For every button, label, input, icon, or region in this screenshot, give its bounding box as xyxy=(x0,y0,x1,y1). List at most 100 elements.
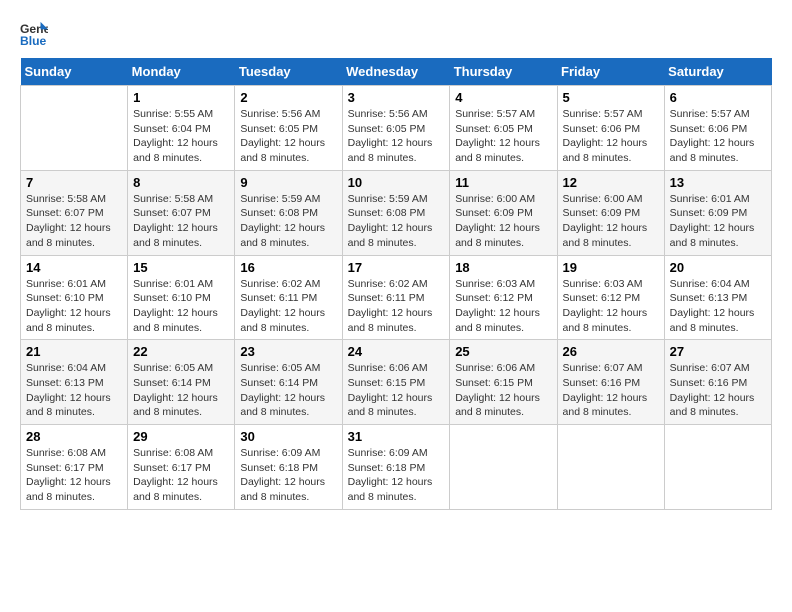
calendar-cell xyxy=(664,425,771,510)
calendar-cell: 19Sunrise: 6:03 AM Sunset: 6:12 PM Dayli… xyxy=(557,255,664,340)
day-info: Sunrise: 6:09 AM Sunset: 6:18 PM Dayligh… xyxy=(348,446,445,505)
day-number: 12 xyxy=(563,175,659,190)
day-info: Sunrise: 6:05 AM Sunset: 6:14 PM Dayligh… xyxy=(240,361,336,420)
day-number: 16 xyxy=(240,260,336,275)
day-number: 25 xyxy=(455,344,551,359)
day-number: 19 xyxy=(563,260,659,275)
header-sunday: Sunday xyxy=(21,58,128,86)
day-info: Sunrise: 6:04 AM Sunset: 6:13 PM Dayligh… xyxy=(670,277,766,336)
calendar-cell xyxy=(21,86,128,171)
calendar-cell: 17 Sunrise: 6:02 AM Sunset: 6:11 PM Dayli… xyxy=(342,255,450,340)
day-info: Sunrise: 6:09 AM Sunset: 6:18 PM Dayligh… xyxy=(240,446,336,505)
header-friday: Friday xyxy=(557,58,664,86)
calendar-cell: 15Sunrise: 6:01 AM Sunset: 6:10 PM Dayli… xyxy=(128,255,235,340)
logo-icon: Gene Blue xyxy=(20,20,48,48)
logo: Gene Blue xyxy=(20,20,52,48)
calendar-cell: 16Sunrise: 6:02 AM Sunset: 6:11 PM Dayli… xyxy=(235,255,342,340)
day-info: Sunrise: 5:57 AM Sunset: 6:05 PM Dayligh… xyxy=(455,107,551,166)
day-info: Sunrise: 6:01 AM Sunset: 6:09 PM Dayligh… xyxy=(670,192,766,251)
day-info: Sunrise: 6:07 AM Sunset: 6:16 PM Dayligh… xyxy=(670,361,766,420)
calendar-cell: 27 Sunrise: 6:07 AM Sunset: 6:16 PM Dayli… xyxy=(664,340,771,425)
calendar-cell: 26 Sunrise: 6:07 AM Sunset: 6:16 PM Dayli… xyxy=(557,340,664,425)
calendar-cell: 21Sunrise: 6:04 AM Sunset: 6:13 PM Dayli… xyxy=(21,340,128,425)
day-number: 27 xyxy=(670,344,766,359)
day-info: Sunrise: 6:03 AM Sunset: 6:12 PM Dayligh… xyxy=(455,277,551,336)
day-number: 31 xyxy=(348,429,445,444)
calendar-cell: 7 Sunrise: 5:58 AM Sunset: 6:07 PM Daylig… xyxy=(21,170,128,255)
day-number: 24 xyxy=(348,344,445,359)
day-info: Sunrise: 6:08 AM Sunset: 6:17 PM Dayligh… xyxy=(26,446,122,505)
day-number: 7 xyxy=(26,175,122,190)
day-info: Sunrise: 6:02 AM Sunset: 6:11 PM Dayligh… xyxy=(348,277,445,336)
calendar-cell: 11 Sunrise: 6:00 AM Sunset: 6:09 PM Dayli… xyxy=(450,170,557,255)
calendar-cell: 23 Sunrise: 6:05 AM Sunset: 6:14 PM Dayli… xyxy=(235,340,342,425)
day-number: 20 xyxy=(670,260,766,275)
day-number: 8 xyxy=(133,175,229,190)
calendar-cell: 5 Sunrise: 5:57 AM Sunset: 6:06 PM Daylig… xyxy=(557,86,664,171)
calendar-header-row: SundayMondayTuesdayWednesdayThursdayFrid… xyxy=(21,58,772,86)
day-info: Sunrise: 5:57 AM Sunset: 6:06 PM Dayligh… xyxy=(670,107,766,166)
calendar-cell: 30 Sunrise: 6:09 AM Sunset: 6:18 PM Dayli… xyxy=(235,425,342,510)
day-number: 17 xyxy=(348,260,445,275)
calendar-cell: 4 Sunrise: 5:57 AM Sunset: 6:05 PM Daylig… xyxy=(450,86,557,171)
calendar-cell: 8 Sunrise: 5:58 AM Sunset: 6:07 PM Daylig… xyxy=(128,170,235,255)
header-saturday: Saturday xyxy=(664,58,771,86)
calendar-cell: 25 Sunrise: 6:06 AM Sunset: 6:15 PM Dayli… xyxy=(450,340,557,425)
day-info: Sunrise: 5:59 AM Sunset: 6:08 PM Dayligh… xyxy=(240,192,336,251)
day-info: Sunrise: 6:04 AM Sunset: 6:13 PM Dayligh… xyxy=(26,361,122,420)
day-number: 29 xyxy=(133,429,229,444)
day-info: Sunrise: 5:56 AM Sunset: 6:05 PM Dayligh… xyxy=(348,107,445,166)
calendar-cell: 28 Sunrise: 6:08 AM Sunset: 6:17 PM Dayli… xyxy=(21,425,128,510)
day-number: 9 xyxy=(240,175,336,190)
day-info: Sunrise: 5:58 AM Sunset: 6:07 PM Dayligh… xyxy=(26,192,122,251)
calendar-cell: 2 Sunrise: 5:56 AM Sunset: 6:05 PM Daylig… xyxy=(235,86,342,171)
svg-text:Blue: Blue xyxy=(20,34,47,48)
day-info: Sunrise: 5:59 AM Sunset: 6:08 PM Dayligh… xyxy=(348,192,445,251)
calendar-cell xyxy=(450,425,557,510)
day-info: Sunrise: 6:05 AM Sunset: 6:14 PM Dayligh… xyxy=(133,361,229,420)
day-number: 28 xyxy=(26,429,122,444)
day-info: Sunrise: 6:06 AM Sunset: 6:15 PM Dayligh… xyxy=(455,361,551,420)
calendar-cell xyxy=(557,425,664,510)
calendar-cell: 3 Sunrise: 5:56 AM Sunset: 6:05 PM Daylig… xyxy=(342,86,450,171)
calendar-cell: 6 Sunrise: 5:57 AM Sunset: 6:06 PM Daylig… xyxy=(664,86,771,171)
day-number: 5 xyxy=(563,90,659,105)
day-number: 22 xyxy=(133,344,229,359)
day-info: Sunrise: 5:58 AM Sunset: 6:07 PM Dayligh… xyxy=(133,192,229,251)
header-thursday: Thursday xyxy=(450,58,557,86)
calendar-cell: 13 Sunrise: 6:01 AM Sunset: 6:09 PM Dayli… xyxy=(664,170,771,255)
day-number: 2 xyxy=(240,90,336,105)
calendar-cell: 14 Sunrise: 6:01 AM Sunset: 6:10 PM Dayli… xyxy=(21,255,128,340)
day-number: 23 xyxy=(240,344,336,359)
day-info: Sunrise: 6:06 AM Sunset: 6:15 PM Dayligh… xyxy=(348,361,445,420)
calendar-cell: 12 Sunrise: 6:00 AM Sunset: 6:09 PM Dayli… xyxy=(557,170,664,255)
day-number: 30 xyxy=(240,429,336,444)
day-info: Sunrise: 6:00 AM Sunset: 6:09 PM Dayligh… xyxy=(455,192,551,251)
calendar-cell: 22 Sunrise: 6:05 AM Sunset: 6:14 PM Dayli… xyxy=(128,340,235,425)
day-number: 18 xyxy=(455,260,551,275)
header-wednesday: Wednesday xyxy=(342,58,450,86)
day-number: 14 xyxy=(26,260,122,275)
day-info: Sunrise: 5:56 AM Sunset: 6:05 PM Dayligh… xyxy=(240,107,336,166)
day-info: Sunrise: 6:00 AM Sunset: 6:09 PM Dayligh… xyxy=(563,192,659,251)
day-info: Sunrise: 5:57 AM Sunset: 6:06 PM Dayligh… xyxy=(563,107,659,166)
calendar-cell: 24 Sunrise: 6:06 AM Sunset: 6:15 PM Dayli… xyxy=(342,340,450,425)
day-number: 3 xyxy=(348,90,445,105)
week-row-3: 14 Sunrise: 6:01 AM Sunset: 6:10 PM Dayli… xyxy=(21,255,772,340)
day-number: 26 xyxy=(563,344,659,359)
day-info: Sunrise: 6:01 AM Sunset: 6:10 PM Dayligh… xyxy=(133,277,229,336)
header-monday: Monday xyxy=(128,58,235,86)
calendar-cell: 1Sunrise: 5:55 AM Sunset: 6:04 PM Daylig… xyxy=(128,86,235,171)
header-tuesday: Tuesday xyxy=(235,58,342,86)
calendar-cell: 10 Sunrise: 5:59 AM Sunset: 6:08 PM Dayli… xyxy=(342,170,450,255)
calendar-cell: 20 Sunrise: 6:04 AM Sunset: 6:13 PM Dayli… xyxy=(664,255,771,340)
day-number: 11 xyxy=(455,175,551,190)
day-number: 4 xyxy=(455,90,551,105)
day-info: Sunrise: 6:07 AM Sunset: 6:16 PM Dayligh… xyxy=(563,361,659,420)
calendar-table: SundayMondayTuesdayWednesdayThursdayFrid… xyxy=(20,58,772,510)
day-info: Sunrise: 6:01 AM Sunset: 6:10 PM Dayligh… xyxy=(26,277,122,336)
day-info: Sunrise: 6:08 AM Sunset: 6:17 PM Dayligh… xyxy=(133,446,229,505)
day-number: 13 xyxy=(670,175,766,190)
day-number: 6 xyxy=(670,90,766,105)
day-number: 10 xyxy=(348,175,445,190)
